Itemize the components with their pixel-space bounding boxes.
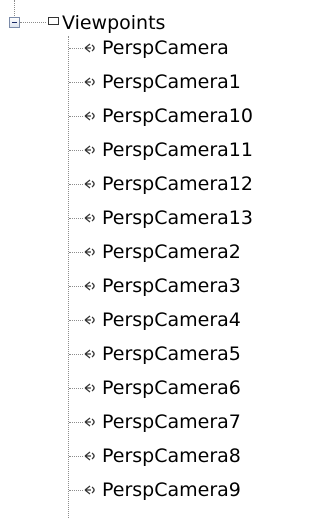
camera-icon [84,451,95,461]
camera-icon [84,247,95,257]
tree-node-camera[interactable]: PerspCamera3 [0,273,266,299]
tree-node-camera[interactable]: PerspCamera2 [0,239,266,265]
camera-icon [84,485,95,495]
camera-icon [84,145,95,155]
camera-icon [84,77,95,87]
tree-connector-branch [69,48,83,49]
tree-connector-branch [69,286,83,287]
tree-node-label: PerspCamera3 [102,275,241,297]
tree-node-camera[interactable]: PerspCamera11 [0,137,266,163]
tree-node-label: PerspCamera [102,37,229,59]
tree-connector-branch [69,82,83,83]
tree-node-camera[interactable]: PerspCamera9 [0,477,266,503]
tree-connector-branch [69,150,83,151]
tree-connector-branch [69,354,83,355]
tree-node-camera[interactable]: PerspCamera4 [0,307,266,333]
camera-icon [84,315,95,325]
camera-icon [84,383,95,393]
tree-connector-branch [69,252,83,253]
collapse-toggle-icon[interactable] [9,17,20,28]
camera-icon [84,281,95,291]
camera-icon [84,43,95,53]
tree-node-camera[interactable]: PerspCamera7 [0,409,266,435]
tree-connector-branch [69,184,83,185]
tree-node-label: PerspCamera13 [102,207,253,229]
tree-connector-root [20,22,46,23]
folder-icon [48,17,59,25]
tree-node-camera[interactable]: PerspCamera6 [0,375,266,401]
tree-connector-branch [69,422,83,423]
viewpoints-tree: Viewpoints PerspCamera PerspCamera1 PerspC… [0,0,266,530]
tree-node-label: Viewpoints [62,12,166,34]
tree-connector-branch [69,116,83,117]
tree-node-camera[interactable]: PerspCamera13 [0,205,266,231]
tree-connector-branch [69,456,83,457]
tree-node-camera[interactable]: PerspCamera1 [0,69,266,95]
camera-icon [84,213,95,223]
tree-node-label: PerspCamera1 [102,71,241,93]
tree-node-label: PerspCamera8 [102,445,241,467]
camera-icon [84,179,95,189]
camera-icon [84,417,95,427]
tree-node-camera[interactable]: PerspCamera [0,35,266,61]
tree-connector-branch [69,388,83,389]
tree-node-label: PerspCamera2 [102,241,241,263]
camera-icon [84,111,95,121]
tree-node-camera[interactable]: PerspCamera12 [0,171,266,197]
tree-node-camera[interactable]: PerspCamera5 [0,341,266,367]
minus-icon [12,22,17,23]
tree-node-camera[interactable]: PerspCamera10 [0,103,266,129]
camera-icon [84,349,95,359]
tree-node-label: PerspCamera12 [102,173,253,195]
tree-node-label: PerspCamera10 [102,105,253,127]
tree-node-camera[interactable]: PerspCamera8 [0,443,266,469]
tree-node-label: PerspCamera11 [102,139,253,161]
tree-node-label: PerspCamera4 [102,309,241,331]
tree-node-label: PerspCamera9 [102,479,241,501]
tree-node-label: PerspCamera5 [102,343,241,365]
tree-connector-branch [69,218,83,219]
tree-connector-branch [69,320,83,321]
tree-node-label: PerspCamera7 [102,411,241,433]
tree-connector-branch [69,490,83,491]
tree-node-viewpoints[interactable]: Viewpoints [0,11,266,37]
tree-node-label: PerspCamera6 [102,377,241,399]
